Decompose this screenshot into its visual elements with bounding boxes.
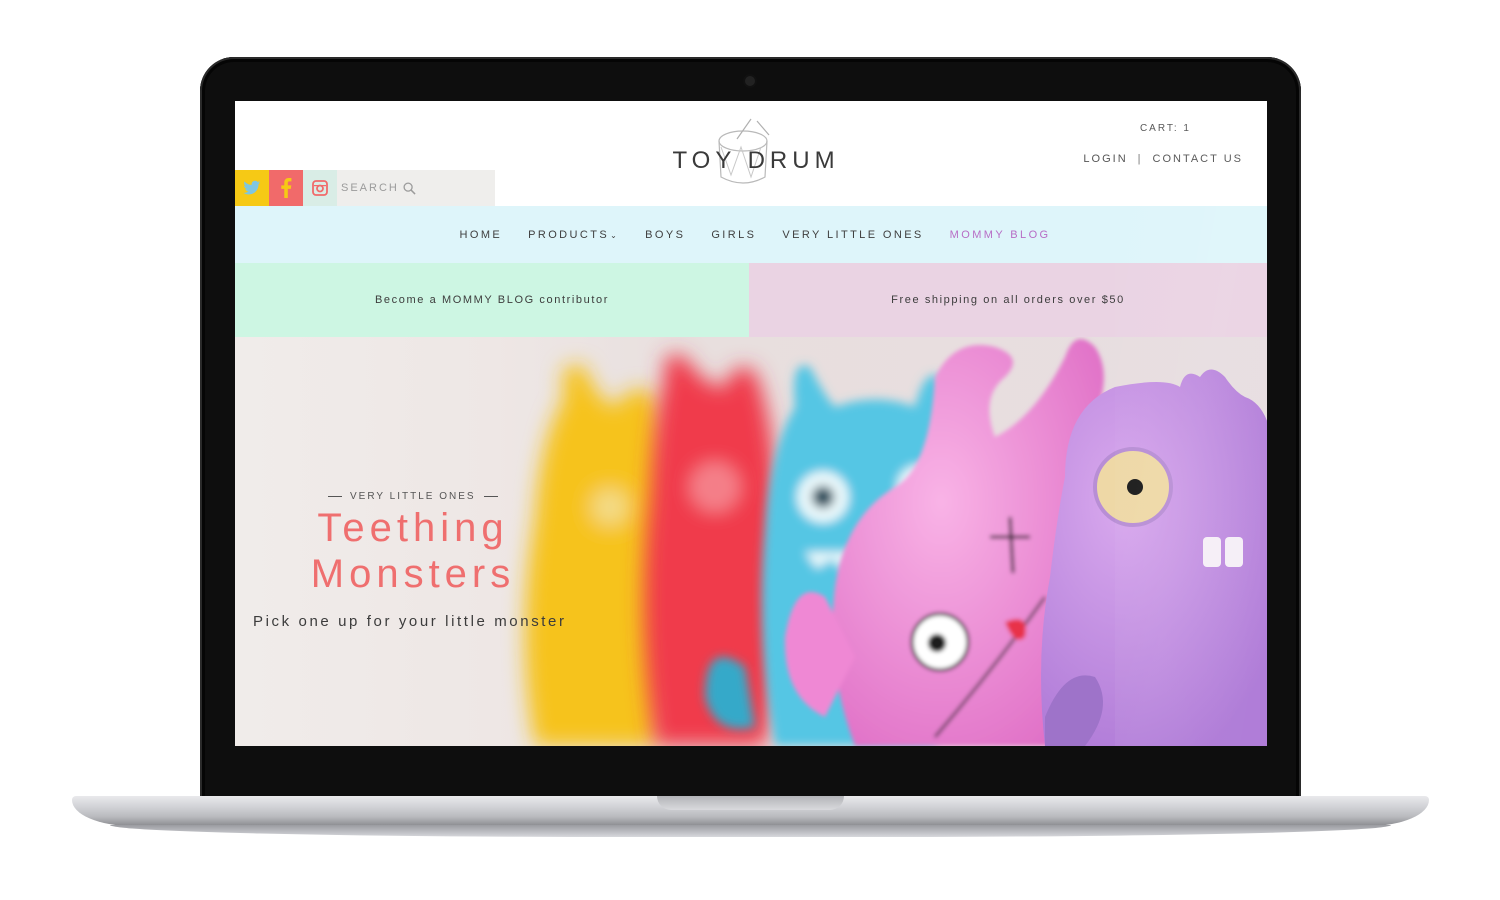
- nav-item-very-little-ones[interactable]: VERY LITTLE ONES: [769, 229, 936, 241]
- search-icon[interactable]: [403, 181, 416, 195]
- hero-title-line-1: Teething: [317, 506, 509, 550]
- twitter-button[interactable]: [235, 170, 269, 206]
- eyebrow-dash-right: [483, 496, 498, 497]
- hero-banner[interactable]: VERY LITTLE ONES Teething Monsters Pick …: [235, 337, 1267, 746]
- instagram-button[interactable]: [303, 170, 337, 206]
- instagram-icon: [312, 180, 328, 196]
- nav-item-boys[interactable]: BOYS: [632, 229, 698, 241]
- laptop-notch: [657, 796, 844, 810]
- facebook-button[interactable]: [269, 170, 303, 206]
- webcam: [745, 76, 755, 86]
- hero-title: Teething Monsters: [293, 505, 533, 597]
- link-separator: |: [1137, 153, 1143, 165]
- cart-link[interactable]: CART: 1: [1140, 123, 1191, 134]
- hero-title-line-2: Monsters: [310, 552, 516, 596]
- twitter-icon: [243, 180, 261, 195]
- nav-item-girls[interactable]: GIRLS: [698, 229, 769, 241]
- search-placeholder: SEARCH: [341, 182, 399, 194]
- website-screen: TOY DRUM CART: 1 LOGIN | CONTACT US SEAR…: [235, 101, 1267, 746]
- nav-item-mommy-blog[interactable]: MOMMY BLOG: [937, 229, 1064, 241]
- social-search-bar: SEARCH: [235, 170, 495, 206]
- nav-item-products-label: PRODUCTS: [528, 228, 610, 241]
- nav-item-products[interactable]: PRODUCTS⌄: [515, 229, 632, 241]
- account-links: LOGIN | CONTACT US: [1083, 153, 1243, 165]
- hero-subtitle: Pick one up for your little monster: [253, 613, 567, 630]
- main-nav: HOME PRODUCTS⌄ BOYS GIRLS VERY LITTLE ON…: [235, 206, 1267, 263]
- hero-eyebrow-text: VERY LITTLE ONES: [350, 491, 476, 502]
- nav-item-home[interactable]: HOME: [447, 229, 516, 241]
- search-input[interactable]: SEARCH: [337, 170, 495, 206]
- logo-text: TOY DRUM: [672, 147, 840, 174]
- hero-eyebrow: VERY LITTLE ONES: [328, 491, 498, 502]
- promo-free-shipping[interactable]: Free shipping on all orders over $50: [749, 263, 1267, 337]
- facebook-icon: [281, 178, 292, 198]
- eyebrow-dash-left: [328, 496, 342, 497]
- promo-contributor[interactable]: Become a MOMMY BLOG contributor: [235, 263, 749, 337]
- login-link[interactable]: LOGIN: [1083, 153, 1127, 165]
- site-logo[interactable]: TOY DRUM: [655, 111, 855, 201]
- contact-us-link[interactable]: CONTACT US: [1153, 153, 1244, 165]
- chevron-down-icon: ⌄: [610, 230, 620, 240]
- laptop-base-edge: [110, 825, 1391, 837]
